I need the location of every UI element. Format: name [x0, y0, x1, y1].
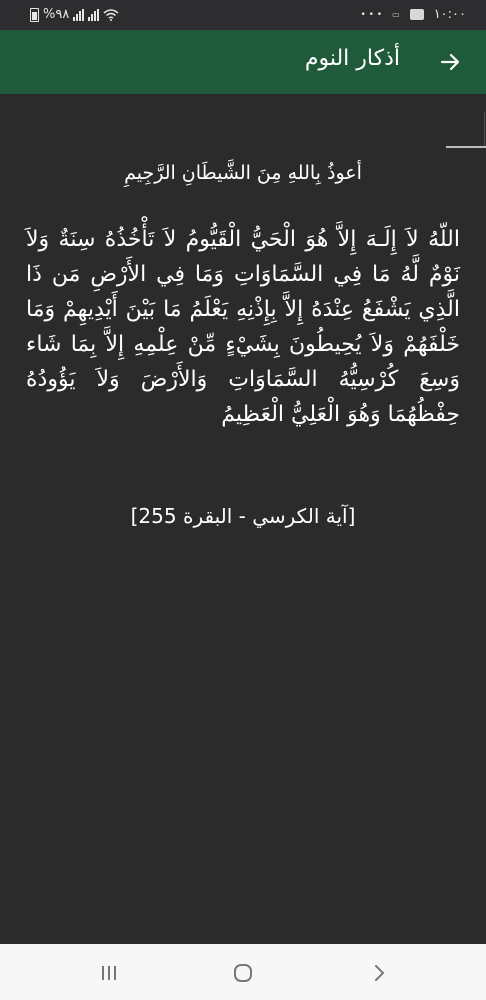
wifi-icon [103, 8, 119, 21]
page-title: أذكار النوم [304, 46, 400, 71]
arrow-right-icon [440, 53, 460, 71]
battery-icon [30, 7, 39, 22]
signal-icon [73, 8, 85, 21]
system-nav-bar [0, 944, 486, 1000]
gallery-icon [409, 9, 424, 20]
home-button[interactable] [228, 958, 258, 988]
isti3adha-text: أعوذُ بِاللهِ مِنَ الشَّيطَانِ الرَّجِيم… [124, 162, 362, 184]
battery-percent: %٩٨ [43, 7, 70, 22]
nav-back-button[interactable] [364, 958, 394, 988]
status-bar: %٩٨ • • • ▭ ١٠:٠٠ [0, 0, 486, 30]
signal-icon-2 [88, 8, 100, 21]
scrollbar[interactable] [446, 146, 486, 148]
status-left-group: %٩٨ [30, 7, 119, 22]
status-time: ١٠:٠٠ [433, 7, 466, 22]
back-button[interactable] [436, 48, 464, 76]
scroll-track [484, 112, 485, 148]
status-right-group: • • • ▭ ١٠:٠٠ [360, 7, 466, 22]
recents-icon [102, 966, 116, 980]
notification-dots: • • • [360, 9, 383, 20]
app-notification-icon: ▭ [392, 10, 400, 19]
ayah-reference: [آية الكرسي - البقرة 255] [130, 504, 356, 528]
back-chevron-icon [375, 965, 384, 981]
ayah-text: اللّهُ لاَ إِلَـهَ إِلاَّ هُوَ الْحَيُّ … [26, 227, 460, 427]
home-icon [234, 964, 252, 982]
recents-button[interactable] [94, 958, 124, 988]
app-bar: أذكار النوم [0, 30, 486, 94]
